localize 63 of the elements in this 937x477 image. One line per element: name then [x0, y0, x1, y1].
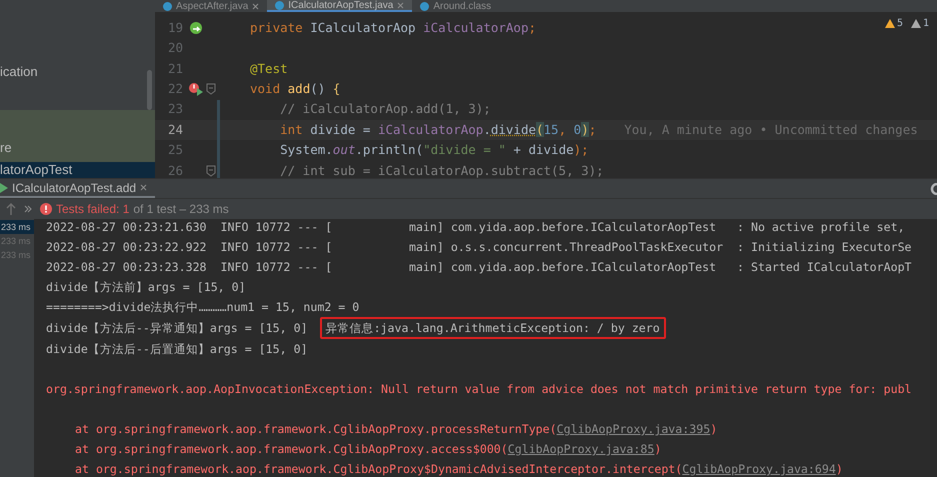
warning-count: 1: [922, 17, 929, 31]
line-number: 23: [166, 100, 184, 118]
project-tree-item[interactable]: ication: [0, 64, 155, 80]
close-icon[interactable]: [140, 184, 148, 191]
code-line: System.out.println("divide = " + divide);: [279, 141, 589, 160]
class-icon: [163, 2, 172, 10]
console-line: 2022-08-27 00:23:21.630 INFO 10772 --- [ main] com.yida.aop.before.ICalculatorAopTest : No active profile set,: [46, 219, 905, 236]
highlighted-exception: 异常信息:java.lang.ArithmeticException: / by zero: [320, 317, 666, 339]
line-number: 19: [166, 18, 184, 37]
editor-tab[interactable]: AspectAfter.java: [155, 0, 268, 12]
close-icon[interactable]: [397, 2, 404, 8]
console-line: divide【方法后--后置通知】args = [15, 0]: [46, 341, 308, 358]
line-number: 20: [166, 39, 184, 58]
tab-label: Around.class: [433, 0, 492, 12]
blame-annotation: You, A minute ago • Uncommitted changes: [624, 120, 918, 139]
test-duration[interactable]: 233 ms: [0, 220, 34, 234]
class-icon: [420, 2, 430, 10]
stack-trace-line: at org.springframework.aop.framework.CglibAopProxy.processReturnType(CglibAopProxy.java:395): [74, 421, 718, 438]
settings-icon[interactable]: [929, 182, 937, 194]
project-tree-item[interactable]: re: [0, 110, 155, 162]
tab-label: ICalculatorAopTest.java: [288, 0, 394, 10]
line-number: 25: [166, 141, 184, 160]
code-line: // iCalculatorAop.add(1, 3);: [279, 100, 491, 118]
warning-count: 5: [896, 17, 903, 31]
line-number: 21: [166, 60, 184, 78]
bean-icon[interactable]: [189, 21, 203, 36]
source-link[interactable]: CglibAopProxy.java:85: [508, 442, 654, 456]
scrollbar[interactable]: [147, 70, 152, 110]
console-line: divide【方法前】args = [15, 0]: [46, 279, 246, 296]
line-number: 26: [166, 162, 184, 180]
console-line: 2022-08-27 00:23:23.328 INFO 10772 --- [ main] com.yida.aop.before.ICalculatorAopTest : Started ICalculatorAopT: [46, 259, 912, 276]
error-icon: [40, 203, 52, 215]
tab-label: AspectAfter.java: [176, 0, 248, 12]
fold-icon[interactable]: [206, 83, 216, 96]
warning-icon[interactable]: [884, 19, 895, 28]
source-link[interactable]: CglibAopProxy.java:395: [556, 422, 710, 436]
double-chevron-icon[interactable]: [24, 205, 32, 213]
class-icon: [275, 0, 284, 10]
line-number: 22: [166, 80, 184, 98]
run-icon: [0, 182, 8, 192]
code-line: private ICalculatorAop iCalculatorAop;: [250, 18, 536, 37]
error-run-icon[interactable]: [188, 82, 204, 96]
console-line: 2022-08-27 00:23:22.922 INFO 10772 --- [ main] o.s.s.concurrent.ThreadPoolTaskExecutor : Initializing ExecutorSe: [46, 239, 912, 256]
editor-tab[interactable]: Around.class: [412, 0, 500, 12]
error-line: org.springframework.aop.AopInvocationException: Null return value from advice does not match primitive return type for: publ: [46, 381, 913, 398]
editor-tab[interactable]: ICalculatorAopTest.java: [267, 0, 412, 12]
up-arrow-icon[interactable]: [6, 203, 16, 215]
code-line: // int sub = iCalculatorAop.subtract(5, 3);: [279, 162, 604, 180]
tests-failed-text: Tests failed: 1: [56, 201, 130, 218]
code-line: void add() {: [250, 80, 340, 98]
line-number: 24: [166, 120, 184, 139]
project-tree-item[interactable]: latorAopTest: [0, 162, 155, 178]
stack-trace-line: at org.springframework.aop.framework.CglibAopProxy$DynamicAdvisedInterceptor.intercept(CglibAopProxy.java:694): [74, 461, 844, 477]
code-line: @Test: [250, 60, 288, 78]
stack-trace-line: at org.springframework.aop.framework.CglibAopProxy.access$000(CglibAopProxy.java:85): [74, 441, 662, 458]
test-summary: of 1 test – 233 ms: [133, 201, 229, 218]
console-line: ========>divide法执行中…………num1 = 15, num2 = 0: [46, 299, 360, 316]
fold-icon[interactable]: [206, 164, 216, 177]
source-link[interactable]: CglibAopProxy.java:694: [682, 462, 836, 476]
warning-icon[interactable]: [910, 19, 921, 28]
close-icon[interactable]: [252, 2, 260, 10]
console-line: divide【方法后--异常通知】args = [15, 0]: [46, 320, 308, 337]
code-line: int divide = iCalculatorAop.divide(15, 0);: [279, 120, 596, 139]
